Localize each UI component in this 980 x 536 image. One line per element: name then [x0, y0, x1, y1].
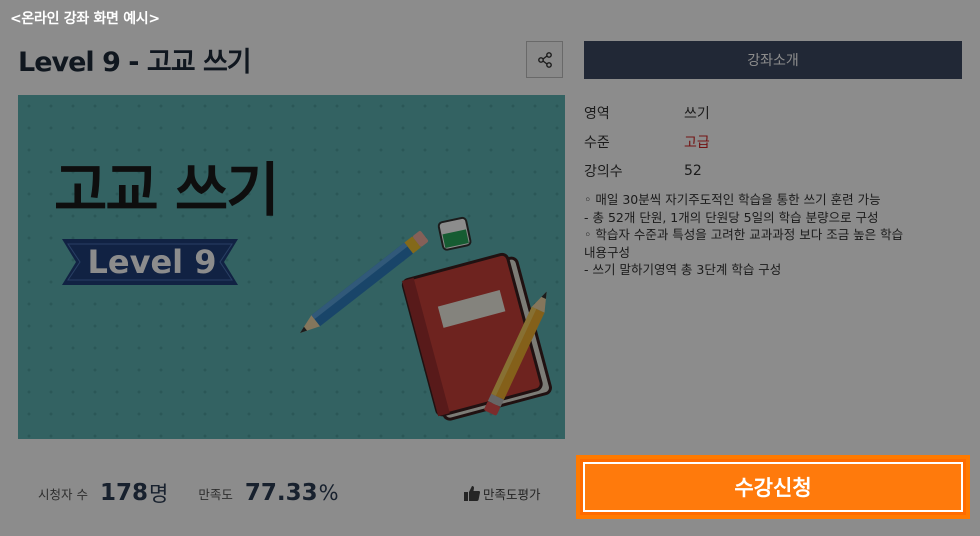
viewers-unit: 명 — [149, 482, 169, 506]
info-label: 수준 — [584, 134, 610, 151]
course-info: 영역 쓰기 수준 고급 강의수 52 ◦ 매일 30분씩 자기주도적인 학습을 … — [584, 98, 962, 279]
description-line: 내용구성 — [584, 244, 631, 260]
info-label: 영역 — [584, 105, 610, 122]
viewers-label: 시청자 수 — [38, 486, 88, 502]
course-stats: 시청자 수 178 명 만족도 77.33 % — [38, 478, 369, 508]
description-line: ◦ 학습자 수준과 특성을 고려한 교과과정 보다 조금 높은 학습 — [584, 227, 904, 242]
satisfaction-unit: % — [318, 481, 339, 505]
description-line: - 총 52개 단원, 1개의 단원당 5일의 학습 분량으로 구성 — [584, 209, 879, 225]
description-line: ◦ 매일 30분씩 자기주도적인 학습을 통한 쓰기 훈련 가능 — [584, 192, 881, 207]
rate-label: 만족도평가 — [483, 487, 541, 502]
enroll-button[interactable]: 수강신청 — [577, 456, 969, 518]
thumbnail-level-label: Level 9 — [87, 243, 217, 281]
satisfaction-value: 77.33 — [244, 480, 318, 506]
tab-course-intro[interactable]: 강좌소개 — [584, 41, 962, 79]
share-button[interactable] — [526, 41, 563, 78]
viewers-count: 178 — [99, 480, 148, 506]
satisfaction-label: 만족도 — [198, 486, 233, 502]
info-value: 쓰기 — [684, 105, 710, 122]
thumbnail-title: 고교 쓰기 — [54, 156, 280, 224]
course-title: Level 9 - 고교 쓰기 — [18, 47, 252, 78]
info-label: 강의수 — [584, 163, 623, 180]
rate-satisfaction-button[interactable]: 만족도평가 — [464, 484, 541, 503]
course-thumbnail: 고교 쓰기 Level 9 — [18, 95, 565, 439]
info-value: 52 — [684, 162, 702, 179]
screen-caption: <온라인 강좌 화면 예시> — [10, 11, 160, 27]
info-row-area: 영역 쓰기 — [584, 98, 962, 127]
info-row-lectures: 강의수 52 — [584, 156, 962, 185]
thumbs-up-icon — [464, 486, 480, 501]
info-row-level: 수준 고급 — [584, 127, 962, 156]
share-icon — [537, 51, 552, 68]
description-line: - 쓰기 말하기영역 총 3단계 학습 구성 — [584, 262, 782, 277]
info-value: 고급 — [684, 134, 710, 151]
enroll-label: 수강신청 — [583, 462, 963, 512]
course-description: ◦ 매일 30분씩 자기주도적인 학습을 통한 쓰기 훈련 가능 - 총 52개… — [584, 191, 962, 279]
